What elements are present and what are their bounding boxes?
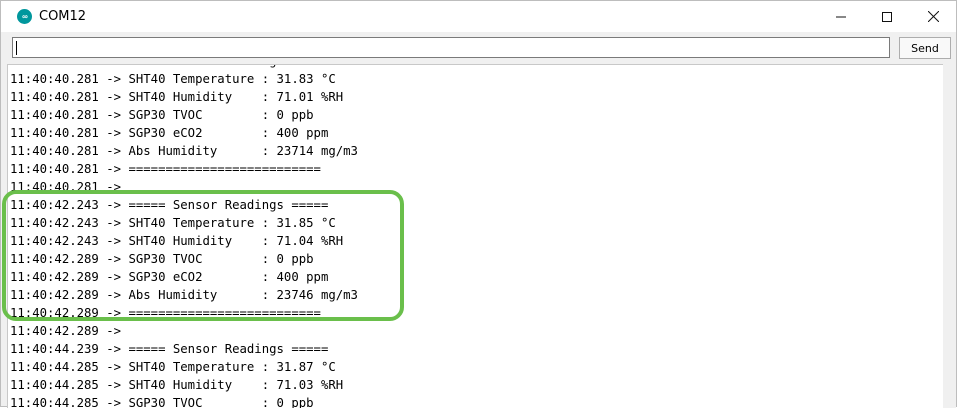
title-bar[interactable]: ∞ COM12 <box>1 1 956 32</box>
serial-output[interactable]: 11:40:40.281 -> ===== Sensor Readings ==… <box>7 64 943 408</box>
output-line: 11:40:40.281 -> <box>10 180 129 194</box>
output-line: 11:40:44.285 -> SHT40 Temperature : 31.8… <box>10 360 336 374</box>
output-line: 11:40:42.243 -> SHT40 Humidity : 71.04 %… <box>10 234 344 248</box>
output-line: 11:40:40.281 -> SGP30 TVOC : 0 ppb <box>10 108 314 122</box>
arduino-logo-icon: ∞ <box>17 9 32 24</box>
minimize-icon <box>836 16 846 17</box>
output-lines: 11:40:40.281 -> ===== Sensor Readings ==… <box>10 65 358 408</box>
output-line: 11:40:42.289 -> SGP30 eCO2 : 400 ppm <box>10 270 329 284</box>
output-line: 11:40:44.285 -> SHT40 Humidity : 71.03 %… <box>10 378 344 392</box>
output-line: 11:40:40.281 -> SHT40 Temperature : 31.8… <box>10 72 336 86</box>
serial-monitor-window: ∞ COM12 Send 11:40:40.281 -> ===== Senso… <box>0 0 957 408</box>
output-line: 11:40:44.239 -> ===== Sensor Readings ==… <box>10 342 329 356</box>
send-button[interactable]: Send <box>899 37 951 59</box>
close-icon <box>927 11 939 22</box>
output-line: 11:40:40.281 -> Abs Humidity : 23714 mg/… <box>10 144 358 158</box>
output-line: 11:40:42.289 -> ========================… <box>10 306 321 320</box>
vertical-scrollbar[interactable] <box>943 64 956 408</box>
window-title: COM12 <box>39 9 87 24</box>
output-line: 11:40:42.243 -> ===== Sensor Readings ==… <box>10 198 329 212</box>
output-line: 11:40:40.281 -> SGP30 eCO2 : 400 ppm <box>10 126 329 140</box>
output-line: 11:40:42.243 -> SHT40 Temperature : 31.8… <box>10 216 336 230</box>
output-line: 11:40:42.289 -> Abs Humidity : 23746 mg/… <box>10 288 358 302</box>
maximize-icon <box>882 11 892 22</box>
serial-input[interactable] <box>12 37 890 58</box>
text-caret <box>16 41 17 55</box>
maximize-button[interactable] <box>864 1 910 32</box>
output-line: 11:40:42.289 -> SGP30 TVOC : 0 ppb <box>10 252 314 266</box>
minimize-button[interactable] <box>818 1 864 32</box>
output-line: 11:40:40.281 -> ========================… <box>10 162 321 176</box>
send-toolbar: Send <box>1 32 956 62</box>
close-button[interactable] <box>910 1 956 32</box>
output-line: 11:40:40.281 -> SHT40 Humidity : 71.01 %… <box>10 90 344 104</box>
output-line: 11:40:42.289 -> <box>10 324 129 338</box>
output-line: 11:40:44.285 -> SGP30 TVOC : 0 ppb <box>10 396 314 408</box>
